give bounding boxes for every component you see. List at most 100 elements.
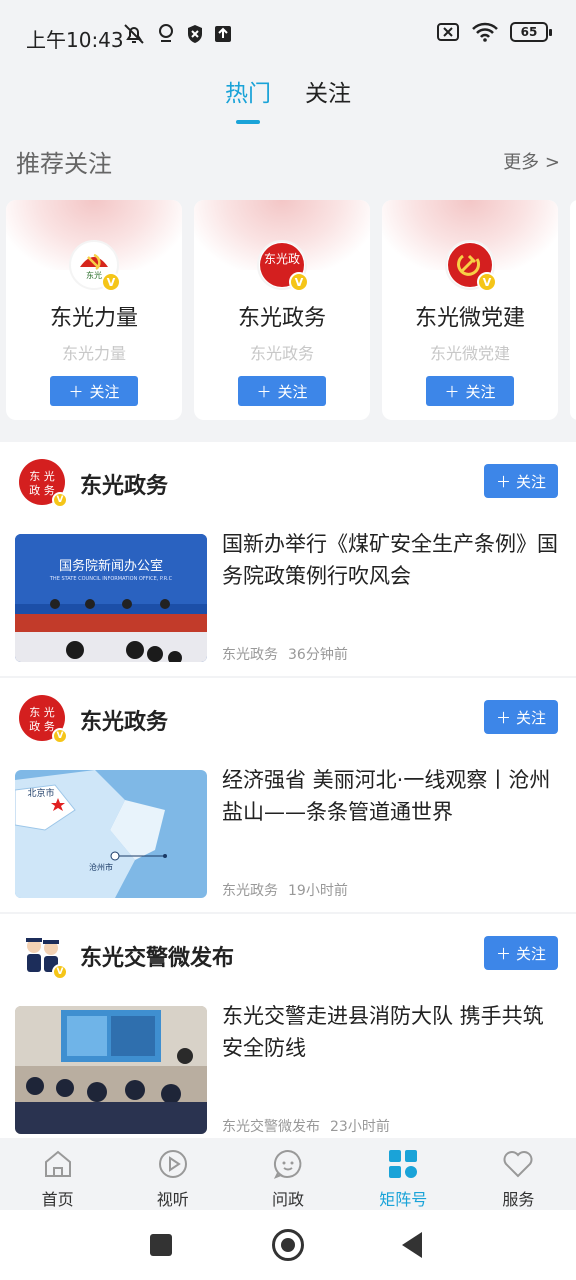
nav-video[interactable]: 视听 — [115, 1138, 230, 1210]
recommend-card[interactable]: 东光政 V 东光政务 东光政务 ＋ 关注 — [194, 200, 370, 420]
battery-indicator: 65 — [510, 22, 552, 42]
follow-label: 关注 — [89, 382, 120, 401]
thumb-caption: 国务院新闻办公室 — [59, 558, 163, 574]
card-name: 东光力量 — [49, 306, 138, 331]
status-bar: 上午10:43 65 — [0, 0, 576, 70]
feed-item[interactable]: 东 光 政 务 V 东光政务 ＋ 关注 国务院新闻办公室 THE STATE C… — [0, 442, 576, 678]
news-title[interactable]: 经济强省 美丽河北·一线观察丨沧州盐山——条条管道通世界 — [222, 764, 562, 828]
nav-label: 服务 — [502, 1190, 535, 1209]
nav-label: 矩阵号 — [379, 1190, 428, 1209]
map-label: 沧州市 — [89, 862, 113, 872]
tab-hot[interactable]: 热门 — [225, 70, 271, 124]
svg-text:东 光: 东 光 — [29, 705, 55, 719]
back-button[interactable] — [402, 1232, 422, 1258]
thumb-subcaption: THE STATE COUNCIL INFORMATION OFFICE, P.… — [49, 576, 173, 582]
meta-source: 东光政务 — [222, 883, 278, 899]
verified-badge: V — [477, 272, 497, 292]
press-conference-image: 国务院新闻办公室 THE STATE COUNCIL INFORMATION O… — [15, 534, 207, 662]
source-name[interactable]: 东光政务 — [80, 704, 168, 736]
source-name[interactable]: 东光交警微发布 — [80, 940, 234, 972]
news-title[interactable]: 东光交警走进县消防大队 携手共筑安全防线 — [222, 1000, 562, 1064]
verified-badge: V — [52, 964, 68, 980]
play-icon — [158, 1150, 187, 1178]
nav-home[interactable]: 首页 — [0, 1138, 115, 1210]
follow-button[interactable]: ＋ 关注 — [50, 376, 138, 406]
news-title[interactable]: 国新办举行《煤矿安全生产条例》国务院政策例行吹风会 — [222, 528, 562, 592]
nav-ask[interactable]: 问政 — [230, 1138, 345, 1210]
home-button[interactable] — [272, 1229, 304, 1261]
feed-list: 东 光 政 务 V 东光政务 ＋ 关注 国务院新闻办公室 THE STATE C… — [0, 442, 576, 1138]
follow-button[interactable]: ＋ 关注 — [426, 376, 514, 406]
map-image: 北京市 沧州市 — [15, 770, 207, 898]
follow-label: 关注 — [516, 944, 547, 963]
nav-service[interactable]: 服务 — [461, 1138, 576, 1210]
meta-time: 19小时前 — [288, 883, 348, 899]
feed-item[interactable]: V 东光交警微发布 ＋ 关注 东光交警走进县消防大队 携手共筑安全防线 东光交警… — [0, 914, 576, 1138]
meta-source: 东光交警微发布 — [222, 1119, 320, 1135]
follow-label: 关注 — [516, 472, 547, 491]
card-name: 东光微党建 — [414, 306, 525, 331]
card-name: 东光政务 — [237, 306, 326, 331]
nav-label: 首页 — [41, 1190, 74, 1209]
meta-source: 东光政务 — [222, 647, 278, 663]
wifi-icon — [472, 22, 498, 42]
recents-button[interactable] — [150, 1234, 172, 1256]
shield-icon — [188, 25, 202, 43]
recommend-header: 推荐关注 更多 > — [0, 140, 576, 184]
avatar[interactable]: 东 光 政 务 V — [18, 694, 68, 744]
news-meta: 东光政务 19小时前 — [222, 880, 348, 900]
recommend-card[interactable]: 东光 V 东光力量 东光力量 ＋ 关注 — [6, 200, 182, 420]
feed-item[interactable]: 东 光 政 务 V 东光政务 ＋ 关注 北京市 沧州市 经济强省 美丽河北·一线… — [0, 678, 576, 914]
next-card-peek[interactable] — [570, 200, 576, 420]
follow-button[interactable]: ＋ 关注 — [238, 376, 326, 406]
avatar-text: 东光政 — [264, 252, 300, 266]
follow-button[interactable]: ＋ 关注 — [484, 464, 558, 498]
avatar: V — [445, 240, 497, 292]
top-tabs: 热门 关注 — [0, 70, 576, 130]
follow-label: 关注 — [465, 382, 496, 401]
verified-badge: V — [52, 728, 68, 744]
plus-icon: ＋ — [495, 472, 511, 491]
avatar-text: 东光 — [86, 270, 102, 280]
tab-following[interactable]: 关注 — [305, 70, 351, 114]
card-subtitle: 东光微党建 — [429, 344, 510, 363]
meta-time: 23小时前 — [330, 1119, 390, 1135]
nav-matrix[interactable]: 矩阵号 — [346, 1138, 461, 1210]
verified-badge: V — [52, 492, 68, 508]
system-nav-bar — [0, 1210, 576, 1280]
avatar: 东光 V — [69, 240, 121, 292]
map-label: 北京市 — [27, 787, 54, 799]
news-thumbnail[interactable] — [15, 1006, 207, 1134]
sim-off-icon — [437, 23, 459, 41]
news-thumbnail[interactable]: 北京市 沧州市 — [15, 770, 207, 898]
follow-button[interactable]: ＋ 关注 — [484, 700, 558, 734]
nav-label: 问政 — [272, 1190, 305, 1209]
avatar[interactable]: V — [18, 930, 68, 980]
heart-icon — [503, 1151, 533, 1178]
avatar[interactable]: 东 光 政 务 V — [18, 458, 68, 508]
location-icon — [159, 24, 173, 42]
recommend-cards: 东光 V 东光力量 东光力量 ＋ 关注 东光政 V 东光政务 东光政务 ＋ 关注 — [6, 200, 576, 422]
source-name[interactable]: 东光政务 — [80, 468, 168, 500]
verified-badge: V — [101, 272, 121, 292]
follow-label: 关注 — [277, 382, 308, 401]
avatar: 东光政 V — [257, 240, 309, 292]
bottom-nav: 首页 视听 问政 矩阵号 服务 — [0, 1138, 576, 1210]
upload-icon — [215, 26, 231, 42]
status-icons-right: 65 — [436, 22, 552, 42]
card-subtitle: 东光力量 — [61, 344, 126, 363]
feed-header: 东 光 政 务 V 东光政务 ＋ 关注 — [18, 694, 558, 744]
nav-label: 视听 — [156, 1190, 189, 1209]
news-thumbnail[interactable]: 国务院新闻办公室 THE STATE COUNCIL INFORMATION O… — [15, 534, 207, 662]
recommend-card[interactable]: V 东光微党建 东光微党建 ＋ 关注 — [382, 200, 558, 420]
classroom-image — [15, 1006, 207, 1134]
more-link[interactable]: 更多 > — [503, 148, 560, 174]
recommend-title: 推荐关注 — [16, 150, 112, 178]
verified-badge: V — [289, 272, 309, 292]
mute-bell-icon — [124, 24, 144, 44]
svg-text:政 务: 政 务 — [29, 483, 55, 497]
svg-text:东 光: 东 光 — [29, 469, 55, 483]
grid-icon — [389, 1150, 418, 1178]
follow-button[interactable]: ＋ 关注 — [484, 936, 558, 970]
status-icons-left — [122, 22, 232, 46]
